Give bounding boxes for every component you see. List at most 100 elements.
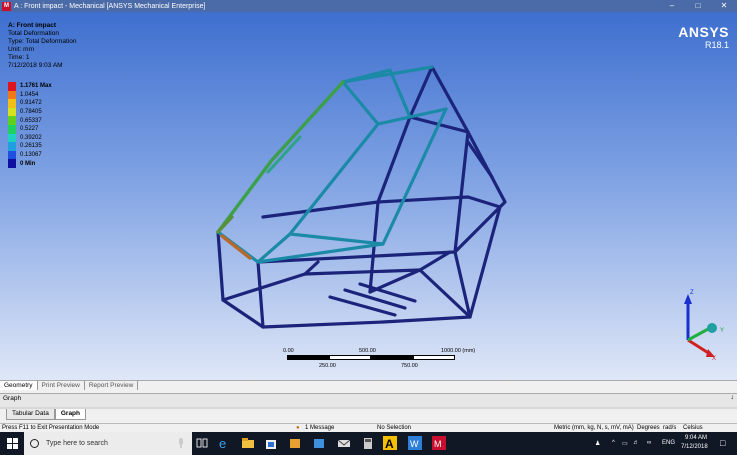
status-bar: Press F11 to Exit Presentation Mode ● 1 … — [0, 423, 737, 432]
legend-label: 0 Min — [20, 160, 36, 167]
axis-triad[interactable]: Z Y X — [670, 282, 730, 362]
mechanical-window-icon[interactable]: M — [432, 436, 446, 450]
brand-version: R18.1 — [704, 40, 729, 50]
legend-row: 0 Min — [8, 159, 52, 168]
legend-swatch — [8, 82, 16, 91]
mail-icon[interactable] — [337, 436, 351, 450]
edge-icon[interactable]: e — [218, 436, 232, 450]
axis-z-label: Z — [690, 290, 694, 296]
legend-label: 0.39202 — [20, 134, 42, 141]
app-icon[interactable] — [312, 436, 326, 450]
windows-logo-icon — [6, 438, 18, 449]
legend-row: 0.26135 — [8, 142, 52, 151]
network-icon[interactable]: ▭ — [622, 440, 628, 447]
legend-swatch — [8, 133, 16, 143]
legend-label: 1.0454 — [20, 91, 39, 98]
clock-date[interactable]: 7/12/2018 — [681, 444, 708, 450]
language-indicator[interactable]: ENG — [662, 440, 675, 446]
result-heading: A: Front impact — [8, 22, 57, 29]
microphone-icon[interactable] — [174, 436, 188, 450]
result-info: A: Front impact Total Deformation Type: … — [8, 22, 77, 70]
status-angle-units[interactable]: Degrees — [637, 425, 660, 431]
contour-legend: 1.1761 Max 1.0454 0.91472 0.78405 0.65337 0.5… — [8, 82, 52, 168]
search-placeholder: Type here to search — [46, 440, 108, 447]
legend-label: 0.13067 — [20, 152, 42, 159]
store-icon[interactable] — [264, 436, 278, 450]
workbench-window-icon[interactable]: W — [408, 436, 422, 450]
cortana-icon — [30, 439, 39, 448]
ansys-workbench-icon[interactable]: A — [383, 436, 397, 450]
minimize-button[interactable]: – — [659, 0, 685, 12]
scale-label: 750.00 — [401, 363, 418, 369]
taskbar-search-box[interactable]: Type here to search — [24, 432, 192, 455]
pin-icon[interactable]: ↓ — [731, 394, 735, 401]
tab-graph[interactable]: Graph — [54, 409, 87, 420]
axis-x-label: X — [712, 356, 716, 362]
legend-swatch — [8, 116, 16, 125]
result-line: Type: Total Deformation — [8, 38, 77, 45]
scale-label: 500.00 — [359, 348, 376, 354]
tab-tabular-data[interactable]: Tabular Data — [6, 409, 55, 420]
legend-label: 0.91472 — [20, 100, 42, 107]
scale-segment — [329, 355, 371, 360]
scale-label: 0.00 — [283, 348, 294, 354]
view-tabs: Geometry Print Preview Report Preview — [0, 380, 737, 390]
deformation-frame-model[interactable] — [0, 12, 737, 380]
legend-swatch — [8, 107, 16, 117]
close-button[interactable]: ✕ — [711, 0, 737, 12]
title-bar: M A : Front impact - Mechanical [ANSYS M… — [0, 0, 737, 12]
settings-app-icon[interactable] — [288, 436, 302, 450]
axis-y-label: Y — [720, 328, 724, 334]
legend-row: 1.0454 — [8, 90, 52, 100]
volume-icon[interactable]: ♬ — [633, 440, 639, 446]
scale-bar: 0.00 500.00 1000.00 (mm) 250.00 750.00 — [283, 348, 476, 380]
start-button[interactable] — [0, 432, 24, 455]
legend-swatch — [8, 124, 16, 134]
legend-label: 0.78405 — [20, 109, 42, 116]
notification-icon[interactable]: □ — [720, 438, 725, 448]
legend-label: 0.5227 — [20, 126, 39, 133]
result-line: Unit: mm — [8, 46, 34, 53]
status-messages[interactable]: 1 Message — [305, 425, 334, 431]
system-tray: ♟ ^ ▭ ♬ ∞ ENG 9:04 AM 7/12/2018 □ — [577, 432, 737, 455]
show-hidden-icons[interactable]: ^ — [612, 440, 615, 446]
result-line: 7/12/2018 9:03 AM — [8, 62, 63, 69]
legend-row: 0.5227 — [8, 124, 52, 134]
svg-text:W: W — [410, 439, 419, 449]
svg-text:A: A — [385, 437, 394, 450]
tab-report-preview[interactable]: Report Preview — [85, 381, 139, 390]
calculator-icon[interactable] — [361, 436, 375, 450]
legend-swatch — [8, 159, 16, 168]
status-units[interactable]: Metric (mm, kg, N, s, mV, mA) — [554, 425, 634, 431]
clock-time[interactable]: 9:04 AM — [685, 435, 707, 441]
scale-label: 1000.00 (mm) — [441, 348, 476, 354]
mechanical-app-icon: M — [2, 1, 11, 11]
window-title: A : Front impact - Mechanical [ANSYS Mec… — [14, 2, 206, 10]
legend-label: 0.26135 — [20, 143, 42, 150]
message-icon[interactable]: ● — [296, 425, 300, 431]
maximize-button[interactable]: □ — [685, 0, 711, 12]
legend-row: 0.13067 — [8, 150, 52, 160]
status-temp-units[interactable]: Celsius — [683, 425, 703, 431]
legend-swatch — [8, 142, 16, 151]
scale-segment — [287, 355, 329, 360]
graphics-viewport[interactable]: A: Front impact Total Deformation Type: … — [0, 12, 737, 380]
legend-label: 1.1761 Max — [20, 83, 52, 90]
legend-row: 0.78405 — [8, 107, 52, 117]
people-icon[interactable]: ♟ — [595, 440, 600, 447]
svg-text:e: e — [219, 436, 226, 450]
legend-swatch — [8, 90, 16, 100]
status-hint: Press F11 to Exit Presentation Mode — [2, 425, 100, 431]
file-explorer-icon[interactable] — [241, 436, 255, 450]
legend-row: 0.91472 — [8, 99, 52, 108]
ansys-logo: ANSYS R18.1 — [678, 24, 729, 50]
tab-geometry[interactable]: Geometry — [0, 381, 38, 390]
status-rate-units[interactable]: rad/s — [663, 425, 676, 431]
task-view-icon[interactable] — [195, 436, 209, 450]
link-icon[interactable]: ∞ — [647, 440, 651, 446]
graph-panel-title: Graph — [3, 395, 22, 402]
svg-text:M: M — [434, 439, 442, 449]
tab-print-preview[interactable]: Print Preview — [38, 381, 85, 390]
result-line: Time: 1 — [8, 54, 30, 61]
legend-row: 0.39202 — [8, 133, 52, 143]
